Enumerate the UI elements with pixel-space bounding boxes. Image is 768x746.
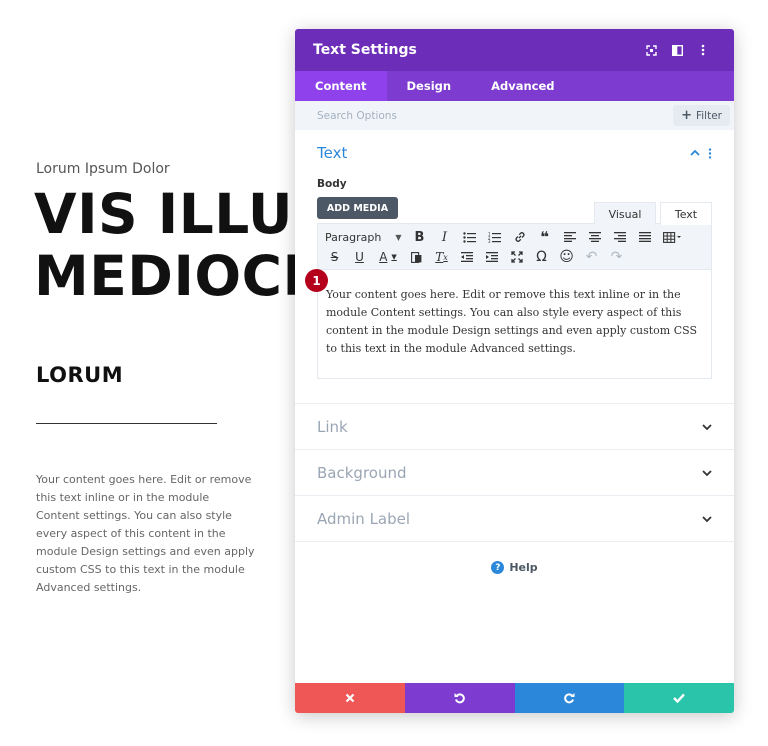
- align-right-icon[interactable]: [607, 227, 632, 247]
- bullet-list-icon[interactable]: [457, 227, 482, 247]
- format-select-value: Paragraph: [325, 230, 382, 244]
- admin-label-section-title: Admin Label: [317, 509, 411, 528]
- fullscreen-icon[interactable]: [504, 247, 529, 267]
- link-icon[interactable]: [507, 227, 532, 247]
- chevron-down-icon[interactable]: [702, 469, 712, 476]
- special-character-icon[interactable]: Ω: [529, 247, 554, 267]
- clear-formatting-icon[interactable]: Tx: [429, 247, 454, 267]
- search-input[interactable]: [317, 109, 674, 122]
- text-color-icon[interactable]: A ▼: [372, 247, 404, 267]
- indent-icon[interactable]: [479, 247, 504, 267]
- italic-icon[interactable]: I: [432, 227, 457, 247]
- tab-advanced[interactable]: Advanced: [471, 71, 574, 101]
- help-label: Help: [509, 561, 538, 574]
- admin-label-section[interactable]: Admin Label: [295, 496, 734, 542]
- search-bar: + Filter: [295, 101, 734, 130]
- undo-button[interactable]: [404, 683, 515, 713]
- expand-icon[interactable]: [638, 40, 664, 60]
- format-select[interactable]: Paragraph ▼: [322, 227, 407, 247]
- save-button[interactable]: [624, 683, 734, 713]
- tab-visual[interactable]: Visual: [594, 202, 656, 225]
- filter-button[interactable]: + Filter: [673, 105, 730, 126]
- modal-title: Text Settings: [313, 42, 417, 58]
- settings-tabs: Content Design Advanced: [295, 71, 734, 101]
- check-icon: [673, 693, 686, 703]
- step-badge: 1: [305, 269, 328, 292]
- tab-design[interactable]: Design: [387, 71, 472, 101]
- align-justify-icon[interactable]: [632, 227, 657, 247]
- undo-icon: [454, 693, 465, 704]
- help-link[interactable]: ? Help: [295, 561, 734, 574]
- text-section: Text Body ADD MEDIA Visual Text Paragrap…: [295, 130, 734, 404]
- table-icon[interactable]: [657, 227, 687, 247]
- page-eyebrow: Lorum Ipsum Dolor: [36, 161, 170, 177]
- body-editor[interactable]: Your content goes here. Edit or remove t…: [317, 270, 712, 379]
- svg-text:3: 3: [488, 239, 491, 243]
- link-section-title: Link: [317, 417, 348, 436]
- paste-text-icon[interactable]: [404, 247, 429, 267]
- align-left-icon[interactable]: [557, 227, 582, 247]
- emoji-icon[interactable]: ☺: [554, 247, 579, 267]
- close-icon: [345, 693, 355, 703]
- caret-down-icon: ▼: [395, 232, 402, 242]
- modal-header: Text Settings: [295, 29, 734, 71]
- filter-label: Filter: [695, 109, 722, 122]
- page-body-text: Your content goes here. Edit or remove t…: [36, 473, 255, 594]
- page-subheading: LORUM: [36, 363, 124, 387]
- text-settings-modal: Text Settings Content Design Advanced + …: [295, 29, 734, 713]
- underline-icon[interactable]: U: [347, 247, 372, 267]
- page-divider: [36, 423, 217, 424]
- strikethrough-icon[interactable]: S: [322, 247, 347, 267]
- section-options-icon[interactable]: [708, 147, 712, 159]
- redo-icon: [564, 693, 575, 704]
- body-label: Body: [317, 178, 347, 190]
- undo-edit-icon[interactable]: ↶: [579, 247, 604, 267]
- modal-footer: [295, 683, 734, 713]
- chevron-up-icon[interactable]: [690, 150, 700, 156]
- help-icon: ?: [491, 561, 505, 574]
- text-section-title: Text: [317, 144, 348, 162]
- editor-toolbar: Paragraph ▼ B I 123 ❝ S U A ▼ T x Ω ☺ ↶ …: [317, 223, 712, 270]
- link-section[interactable]: Link: [295, 404, 734, 450]
- editor-mode-tabs: Visual Text: [594, 202, 712, 225]
- blockquote-icon[interactable]: ❝: [532, 227, 557, 247]
- more-options-icon[interactable]: [690, 40, 716, 60]
- media-row: ADD MEDIA Visual Text: [317, 197, 712, 225]
- chevron-down-icon[interactable]: [702, 423, 712, 430]
- redo-button[interactable]: [514, 683, 625, 713]
- background-section[interactable]: Background: [295, 450, 734, 496]
- tab-text[interactable]: Text: [660, 202, 712, 225]
- split-view-icon[interactable]: [664, 40, 690, 60]
- align-center-icon[interactable]: [582, 227, 607, 247]
- text-section-header[interactable]: Text: [317, 130, 712, 176]
- numbered-list-icon[interactable]: 123: [482, 227, 507, 247]
- outdent-icon[interactable]: [454, 247, 479, 267]
- add-media-button[interactable]: ADD MEDIA: [317, 197, 398, 219]
- redo-edit-icon[interactable]: ↷: [604, 247, 629, 267]
- cancel-button[interactable]: [295, 683, 405, 713]
- chevron-down-icon[interactable]: [702, 515, 712, 522]
- tab-content[interactable]: Content: [295, 71, 387, 101]
- plus-icon: +: [681, 108, 692, 123]
- bold-icon[interactable]: B: [407, 227, 432, 247]
- background-section-title: Background: [317, 463, 407, 482]
